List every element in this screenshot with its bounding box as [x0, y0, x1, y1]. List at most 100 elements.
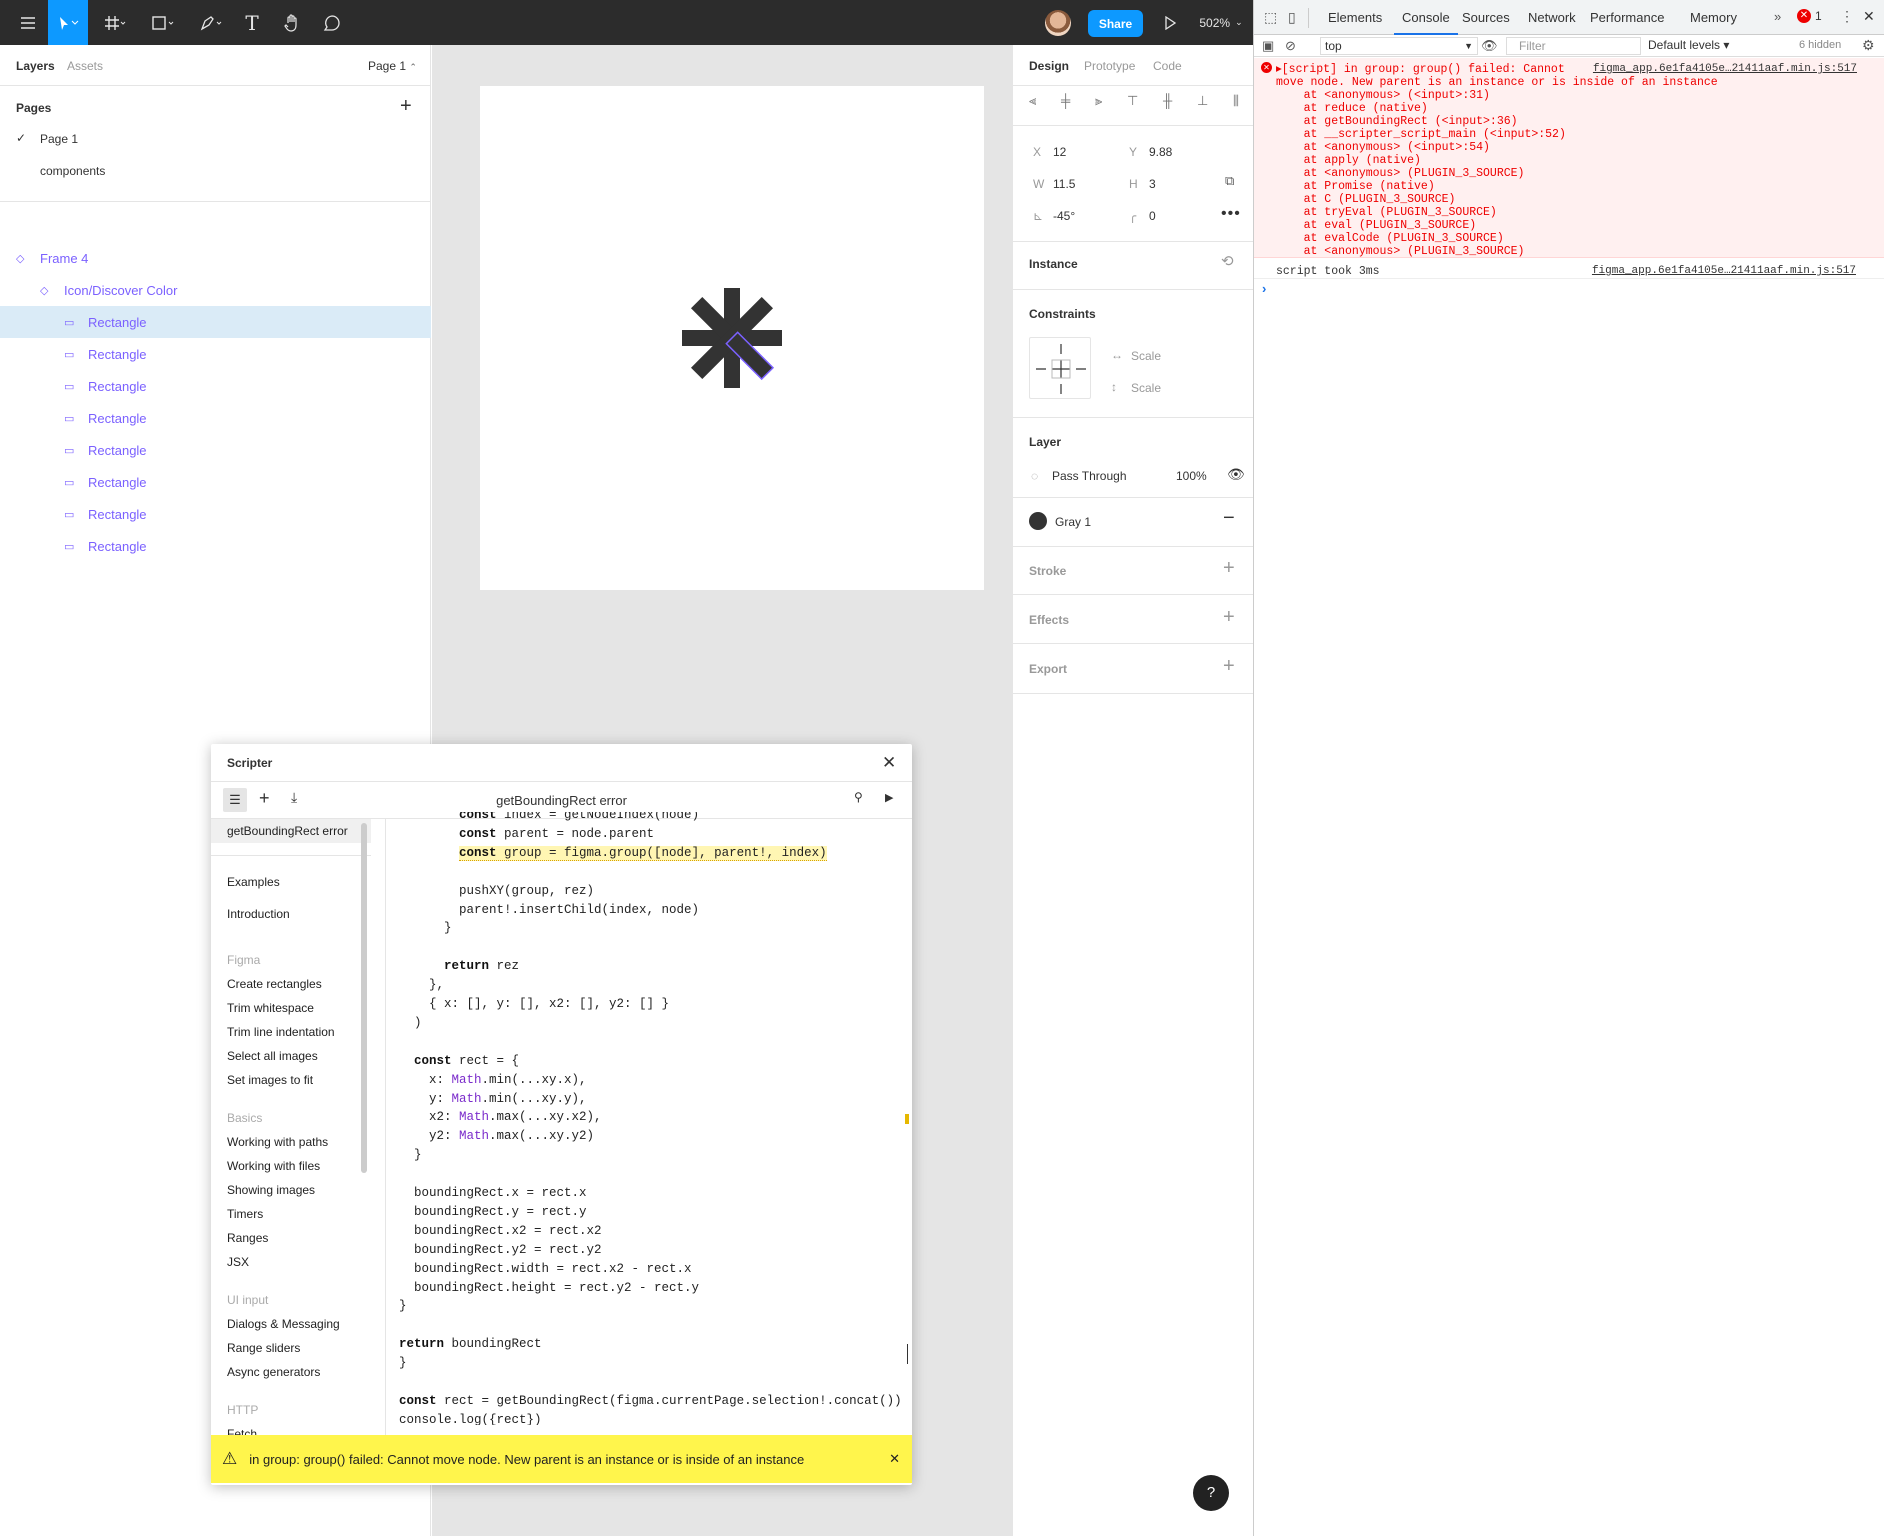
rotation-input[interactable]: -45° [1053, 209, 1075, 223]
sidebar-script-item[interactable]: Async generators [227, 1365, 320, 1379]
tab-design[interactable]: Design [1029, 59, 1069, 73]
sidebar-script-item[interactable]: Showing images [227, 1183, 315, 1197]
sidebar-script-item[interactable]: Trim line indentation [227, 1025, 335, 1039]
add-page-icon[interactable]: + [400, 95, 412, 118]
layer-item[interactable]: ◇ Frame 4 [0, 242, 431, 274]
text-icon[interactable]: T [236, 0, 268, 45]
inspect-element-icon[interactable]: ⬚ [1264, 9, 1277, 26]
blend-mode-select[interactable]: Pass Through [1052, 469, 1127, 483]
align-center-v-icon[interactable]: ╫ [1163, 93, 1172, 115]
share-button[interactable]: Share [1088, 10, 1143, 37]
settings-gear-icon[interactable]: ⚙ [1862, 37, 1875, 54]
layer-item[interactable]: ▭ Rectangle [0, 338, 431, 370]
zoom-menu[interactable]: 502% ⌄ [1193, 0, 1249, 45]
tab-prototype[interactable]: Prototype [1084, 59, 1135, 73]
radius-input[interactable]: 0 [1149, 209, 1156, 223]
context-select[interactable]: top ▼ [1320, 37, 1478, 55]
add-stroke-icon[interactable]: + [1223, 557, 1235, 580]
constraint-v-select[interactable]: Scale [1131, 381, 1161, 395]
devtools-tab[interactable]: Console [1394, 0, 1458, 35]
play-icon[interactable] [1155, 0, 1185, 45]
page-item-components[interactable]: components [40, 164, 105, 178]
tab-code[interactable]: Code [1153, 59, 1182, 73]
run-icon[interactable]: ▶ [885, 791, 893, 804]
layer-item[interactable]: ▭ Rectangle [0, 434, 431, 466]
sidebar-script-item[interactable]: Range sliders [227, 1341, 300, 1355]
align-top-icon[interactable]: ⊤ [1127, 93, 1138, 115]
devtools-tab[interactable]: Performance [1582, 0, 1672, 35]
align-center-h-icon[interactable]: ╪ [1061, 93, 1070, 115]
close-icon[interactable]: ✕ [882, 753, 896, 773]
sidebar-script-item[interactable]: Examples [227, 875, 280, 889]
opacity-input[interactable]: 100% [1176, 469, 1207, 483]
console-prompt[interactable]: › [1262, 281, 1266, 296]
script-name[interactable]: getBoundingRect error [211, 793, 912, 808]
page-selector[interactable]: Page 1 ⌃ [368, 59, 417, 73]
constraint-widget[interactable] [1029, 337, 1091, 399]
layer-item[interactable]: ▭ Rectangle [0, 530, 431, 562]
page-item-page1[interactable]: Page 1 [40, 132, 78, 146]
sidebar-script-item[interactable]: Timers [227, 1207, 263, 1221]
layer-item[interactable]: ▭ Rectangle [0, 466, 431, 498]
device-toolbar-icon[interactable]: ▯ [1288, 9, 1296, 26]
live-expression-icon[interactable]: 👁 [1481, 38, 1498, 54]
sidebar-scrollbar[interactable] [361, 823, 367, 1173]
sidebar-script-item[interactable]: Select all images [227, 1049, 318, 1063]
avatar[interactable] [1040, 0, 1076, 45]
sidebar-script-item[interactable]: JSX [227, 1255, 249, 1269]
eye-icon[interactable]: 👁 [1227, 466, 1245, 483]
close-devtools-icon[interactable]: ✕ [1863, 8, 1875, 25]
fill-style-name[interactable]: Gray 1 [1055, 515, 1091, 529]
sidebar-script-item[interactable]: Working with paths [227, 1135, 328, 1149]
layer-item[interactable]: ▭ Rectangle [0, 498, 431, 530]
frame-4[interactable] [480, 86, 984, 590]
layer-item[interactable]: ▭ Rectangle [0, 306, 431, 338]
sidebar-script-item[interactable]: Working with files [227, 1159, 320, 1173]
clear-console-icon[interactable]: ⊘ [1285, 38, 1296, 54]
h-input[interactable]: 3 [1149, 177, 1156, 191]
sidebar-script-item[interactable]: Fetch [227, 1427, 257, 1435]
add-export-icon[interactable]: + [1223, 655, 1235, 678]
levels-select[interactable]: Default levels ▾ [1648, 38, 1729, 52]
constraint-h-select[interactable]: Scale [1131, 349, 1161, 363]
comment-icon[interactable] [316, 0, 348, 45]
layer-item[interactable]: ◇ Icon/Discover Color [0, 274, 431, 306]
log-source-link[interactable]: figma_app.6e1fa4105e…21411aaf.min.js:517 [1592, 265, 1856, 277]
sidebar-toggle-icon[interactable]: ▣ [1262, 38, 1274, 54]
sidebar-script-item[interactable]: Introduction [227, 907, 290, 921]
distribute-icon[interactable]: ⫼ [1233, 93, 1239, 115]
kebab-menu-icon[interactable]: ⋮ [1840, 8, 1854, 25]
frame-tool-button[interactable] [96, 0, 136, 45]
sidebar-script-item[interactable]: Trim whitespace [227, 1001, 314, 1015]
devtools-tab[interactable]: Sources [1454, 0, 1518, 35]
align-right-icon[interactable]: ⫸ [1095, 93, 1102, 115]
discover-icon[interactable] [480, 86, 984, 590]
wand-icon[interactable]: ⚲ [854, 790, 863, 804]
fill-swatch[interactable] [1029, 512, 1047, 530]
more-options-icon[interactable]: ••• [1221, 205, 1241, 223]
go-to-main-component-icon[interactable]: ⟲ [1221, 252, 1234, 270]
editor-scrollbar[interactable] [907, 1344, 911, 1364]
y-input[interactable]: 9.88 [1149, 145, 1172, 159]
dismiss-error-icon[interactable]: ✕ [889, 1451, 900, 1467]
more-tabs-icon[interactable]: » [1774, 9, 1781, 24]
hand-icon[interactable] [276, 0, 308, 45]
pen-tool-button[interactable] [192, 0, 232, 45]
layer-item[interactable]: ▭ Rectangle [0, 402, 431, 434]
remove-fill-icon[interactable]: − [1223, 507, 1235, 530]
sidebar-script-item[interactable]: Dialogs & Messaging [227, 1317, 340, 1331]
move-tool-button[interactable] [48, 0, 88, 45]
tab-layers[interactable]: Layers [16, 59, 55, 73]
hamburger-icon[interactable] [8, 0, 48, 45]
devtools-tab[interactable]: Network [1520, 0, 1584, 35]
add-effect-icon[interactable]: + [1223, 606, 1235, 629]
layer-item[interactable]: ▭ Rectangle [0, 370, 431, 402]
sidebar-script-item[interactable]: Set images to fit [227, 1073, 313, 1087]
help-button[interactable]: ? [1193, 1475, 1229, 1511]
sidebar-script-item[interactable]: Create rectangles [227, 977, 322, 991]
shape-tool-button[interactable] [144, 0, 184, 45]
console-filter-input[interactable]: Filter [1506, 37, 1641, 55]
x-input[interactable]: 12 [1053, 145, 1066, 159]
tab-assets[interactable]: Assets [67, 59, 103, 73]
error-source-link[interactable]: figma_app.6e1fa4105e…21411aaf.min.js:517 [1593, 63, 1857, 75]
